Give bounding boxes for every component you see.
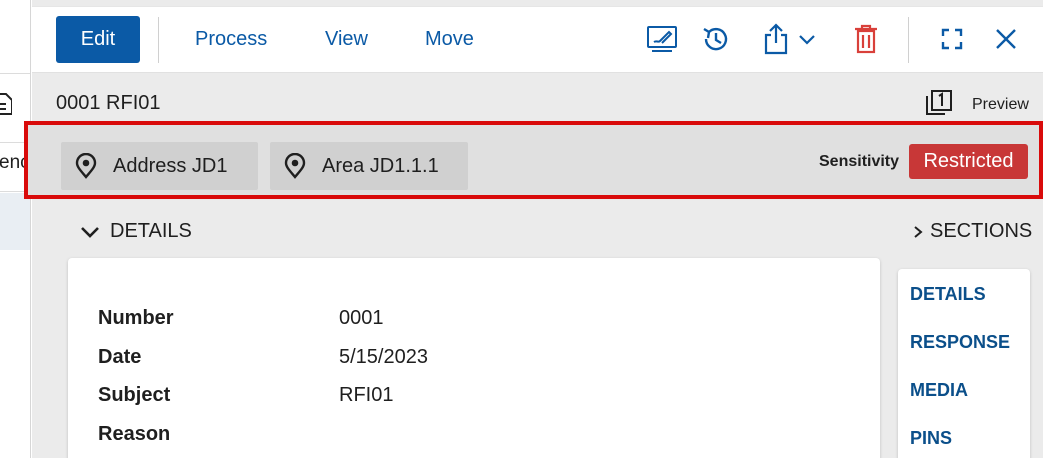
preview-button[interactable]: Preview — [972, 96, 1029, 114]
move-menu[interactable]: Move — [425, 28, 474, 51]
details-heading: DETAILS — [110, 220, 192, 242]
field-label: Number — [98, 307, 174, 329]
sections-heading: SECTIONS — [930, 220, 1033, 242]
section-link-media[interactable]: MEDIA — [910, 380, 968, 401]
location-tag-label: Area JD1.1.1 — [322, 154, 439, 177]
record-title: 0001 RFI01 — [56, 92, 161, 114]
view-menu[interactable]: View — [325, 28, 368, 51]
chevron-right-icon — [914, 225, 923, 238]
field-label: Reason — [98, 423, 171, 445]
details-section-toggle[interactable]: DETAILS — [80, 220, 192, 243]
section-link-response[interactable]: RESPONSE — [910, 332, 1010, 353]
process-menu[interactable]: Process — [195, 28, 267, 51]
sections-nav: DETAILS RESPONSE MEDIA PINS — [898, 269, 1030, 458]
left-panel-selected-row[interactable] — [0, 193, 30, 250]
chevron-down-icon[interactable] — [795, 22, 819, 56]
section-link-pins[interactable]: PINS — [910, 428, 952, 449]
field-value: 0001 — [339, 307, 384, 329]
left-panel-divider — [0, 73, 30, 74]
delete-icon[interactable] — [849, 22, 883, 56]
record-view: Edit Process View Move 0001 RFI01 Previe… — [24, 0, 1043, 458]
close-icon[interactable] — [989, 22, 1023, 56]
sensitivity-label: Sensitivity — [819, 153, 900, 170]
section-link-details[interactable]: DETAILS — [910, 284, 986, 305]
details-card: Number 0001 Date 5/15/2023 Subject RFI01… — [68, 258, 880, 458]
history-icon[interactable] — [699, 22, 733, 56]
expand-icon[interactable] — [935, 22, 969, 56]
signature-icon[interactable] — [645, 22, 679, 56]
field-label: Date — [98, 346, 142, 368]
location-pin-icon — [284, 153, 306, 179]
sensitivity-badge[interactable]: Restricted — [909, 144, 1028, 179]
field-value: RFI01 — [339, 384, 394, 406]
field-value: 5/15/2023 — [339, 346, 428, 368]
location-tag-area[interactable]: Area JD1.1.1 — [270, 142, 468, 190]
chevron-down-icon — [81, 226, 99, 238]
record-header: 0001 RFI01 Preview — [32, 74, 1043, 124]
edit-button[interactable]: Edit — [56, 16, 140, 63]
location-tag-address[interactable]: Address JD1 — [61, 142, 258, 190]
share-icon[interactable] — [759, 22, 793, 56]
field-label: Subject — [98, 384, 171, 406]
document-icon — [0, 93, 12, 115]
toolbar-divider — [158, 17, 159, 63]
sections-toggle[interactable]: SECTIONS — [912, 220, 1032, 243]
toolbar: Edit Process View Move — [32, 6, 1043, 73]
location-pin-icon — [75, 153, 97, 179]
record-tags-bar: Address JD1 Area JD1.1.1 Sensitivity Res… — [24, 121, 1043, 199]
location-tag-label: Address JD1 — [113, 154, 228, 177]
preview-icon[interactable] — [925, 90, 953, 116]
left-panel: enc — [0, 0, 31, 458]
toolbar-divider — [908, 17, 909, 63]
